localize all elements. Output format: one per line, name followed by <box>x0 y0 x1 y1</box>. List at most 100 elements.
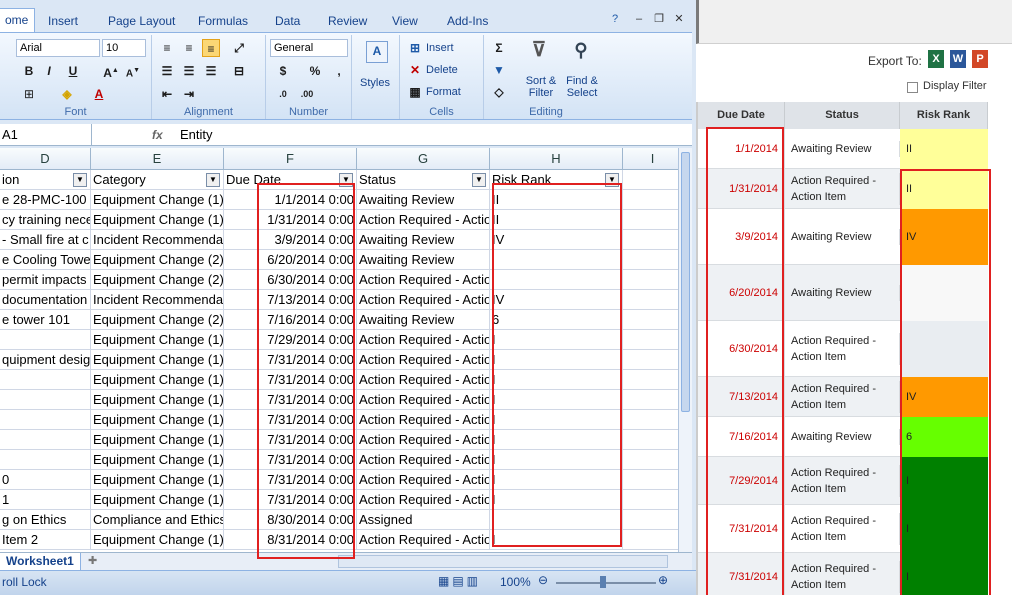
tab-view[interactable]: View <box>392 10 418 32</box>
fill-icon[interactable]: ▼ <box>490 61 508 79</box>
grid-cell-g[interactable]: Action Required - Actio <box>357 450 490 470</box>
grid-cell-i[interactable] <box>623 410 678 430</box>
align-middle-icon[interactable]: ≡ <box>180 39 198 57</box>
column-header-d[interactable]: D <box>0 148 91 170</box>
borders-icon[interactable]: ⊞ <box>20 85 38 103</box>
increase-indent-icon[interactable]: ⇥ <box>180 85 198 103</box>
grid-cell-e[interactable]: Incident Recommenda <box>91 230 224 250</box>
grid-cell-d[interactable] <box>0 410 91 430</box>
tab-formulas[interactable]: Formulas <box>198 10 248 32</box>
grid-cell-e[interactable]: Equipment Change (2) <box>91 250 224 270</box>
decrease-indent-icon[interactable]: ⇤ <box>158 85 176 103</box>
column-header-i[interactable]: I <box>623 148 678 170</box>
insert-cells-icon[interactable]: ⊞ <box>406 39 424 57</box>
zoom-in-icon[interactable]: ⊕ <box>658 573 668 587</box>
font-name-select[interactable]: Arial <box>16 39 100 57</box>
grid-cell-g[interactable]: Action Required - Actio <box>357 490 490 510</box>
grid-cell-g[interactable]: Action Required - Actio <box>357 530 490 550</box>
sort-filter-button[interactable]: Sort & Filter <box>522 75 560 99</box>
grid-cell-i[interactable] <box>623 190 678 210</box>
grid-cell-i[interactable] <box>623 510 678 530</box>
grid-cell-i[interactable] <box>623 350 678 370</box>
increase-decimal-icon[interactable]: .0 <box>274 85 292 103</box>
export-word-icon[interactable]: W <box>950 50 966 68</box>
shrink-font-icon[interactable]: A▼ <box>124 62 142 80</box>
tab-add-ins[interactable]: Add-Ins <box>447 10 488 32</box>
delete-cells-button[interactable]: Delete <box>426 64 458 76</box>
minimize-icon[interactable]: – <box>632 12 646 26</box>
autosum-icon[interactable]: Σ <box>490 39 508 57</box>
column-header-h[interactable]: H <box>490 148 623 170</box>
column-header-e[interactable]: E <box>91 148 224 170</box>
vertical-scrollbar[interactable] <box>678 148 692 552</box>
grid-cell-d[interactable] <box>0 430 91 450</box>
grid-cell-i[interactable] <box>623 330 678 350</box>
grid-cell-g[interactable]: Action Required - Actio <box>357 330 490 350</box>
grid-cell-d[interactable] <box>0 390 91 410</box>
grid-cell-d[interactable]: e Cooling Tower <box>0 250 91 270</box>
grid-cell-g[interactable]: Awaiting Review <box>357 190 490 210</box>
font-size-select[interactable]: 10 <box>102 39 146 57</box>
grid-cell-d[interactable]: documentation <box>0 290 91 310</box>
filter-dropdown-icon[interactable]: ▼ <box>206 173 220 187</box>
grow-font-icon[interactable]: A▲ <box>102 62 120 80</box>
filter-dropdown-icon[interactable]: ▼ <box>73 173 87 187</box>
header-cell-g[interactable]: Status ▼ <box>357 170 490 190</box>
grid-cell-i[interactable] <box>623 210 678 230</box>
grid-cell-i[interactable] <box>623 230 678 250</box>
grid-cell-d[interactable]: quipment design <box>0 350 91 370</box>
grid-cell-g[interactable]: Action Required - Actio <box>357 370 490 390</box>
new-sheet-icon[interactable]: ✚ <box>88 554 97 567</box>
grid-cell-g[interactable]: Action Required - Actio <box>357 390 490 410</box>
zoom-slider-thumb[interactable] <box>600 576 606 588</box>
grid-cell-i[interactable] <box>623 370 678 390</box>
close-icon[interactable]: ✕ <box>672 12 686 26</box>
styles-group[interactable]: A Styles <box>352 35 400 119</box>
grid-cell-i[interactable] <box>623 270 678 290</box>
align-bottom-icon[interactable]: ≡ <box>202 39 220 57</box>
decrease-decimal-icon[interactable]: .00 <box>298 85 316 103</box>
orientation-icon[interactable]: ⤢ <box>230 39 248 57</box>
align-top-icon[interactable]: ≡ <box>158 39 176 57</box>
zoom-slider[interactable] <box>556 582 656 584</box>
format-cells-button[interactable]: Format <box>426 86 461 98</box>
scroll-thumb[interactable] <box>681 152 690 412</box>
header-cell-i[interactable] <box>623 170 678 190</box>
grid-cell-d[interactable] <box>0 330 91 350</box>
grid-cell-g[interactable]: Assigned <box>357 510 490 530</box>
grid-cell-g[interactable]: Action Required - Actio <box>357 430 490 450</box>
align-right-icon[interactable]: ☰ <box>202 62 220 80</box>
bold-icon[interactable]: B <box>20 62 38 80</box>
tab-review[interactable]: Review <box>328 10 367 32</box>
grid-cell-e[interactable]: Equipment Change (1) <box>91 490 224 510</box>
column-header-f[interactable]: F <box>224 148 357 170</box>
binoculars-icon[interactable]: ⚲ <box>568 41 594 67</box>
insert-cells-button[interactable]: Insert <box>426 42 454 54</box>
align-left-icon[interactable]: ☰ <box>158 62 176 80</box>
align-center-icon[interactable]: ☰ <box>180 62 198 80</box>
tab-data[interactable]: Data <box>275 10 300 32</box>
restore-icon[interactable]: ❐ <box>652 12 666 26</box>
fill-color-icon[interactable]: ◈ <box>58 85 76 103</box>
grid-cell-e[interactable]: Equipment Change (1) <box>91 190 224 210</box>
sort-filter-icon[interactable]: ⊽ <box>526 40 552 67</box>
grid-cell-i[interactable] <box>623 290 678 310</box>
grid-cell-d[interactable]: permit impacts <box>0 270 91 290</box>
grid-cell-e[interactable]: Compliance and Ethics <box>91 510 224 530</box>
grid-cell-d[interactable]: e tower 101 <box>0 310 91 330</box>
formula-input[interactable]: Entity <box>180 124 213 146</box>
grid-cell-i[interactable] <box>623 430 678 450</box>
clear-icon[interactable]: ◇ <box>490 83 508 101</box>
help-icon[interactable]: ? <box>608 12 622 26</box>
grid-cell-i[interactable] <box>623 490 678 510</box>
grid-cell-e[interactable]: Equipment Change (1) <box>91 350 224 370</box>
styles-icon[interactable]: A <box>366 41 388 63</box>
grid-cell-d[interactable]: 0 <box>0 470 91 490</box>
horizontal-scrollbar[interactable] <box>338 555 668 568</box>
font-color-icon[interactable]: A <box>90 85 108 103</box>
display-filter-checkbox[interactable] <box>907 82 918 93</box>
grid-cell-i[interactable] <box>623 530 678 550</box>
sheet-tab-worksheet1[interactable]: Worksheet1 <box>0 553 81 570</box>
grid-cell-d[interactable]: e 28-PMC-100 v <box>0 190 91 210</box>
grid-cell-d[interactable]: Item 2 <box>0 530 91 550</box>
